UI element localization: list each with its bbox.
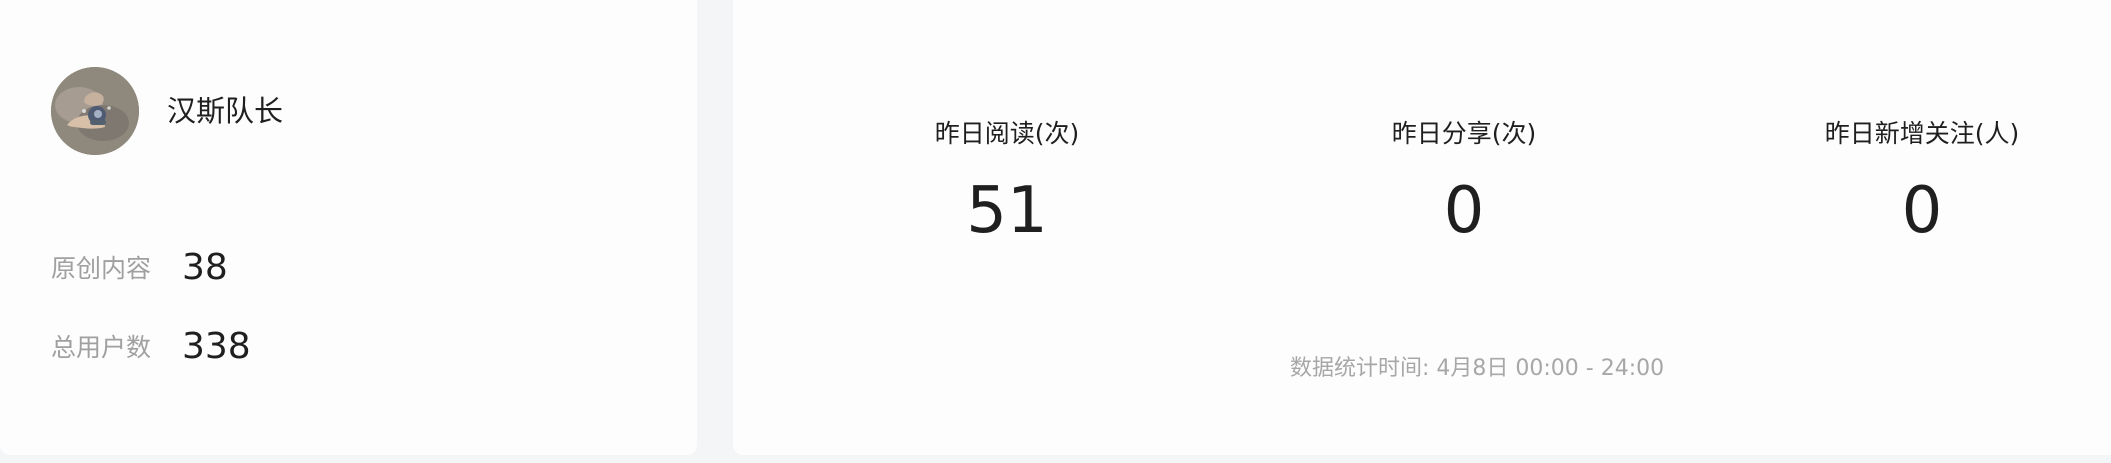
profile-card: 汉斯队长 原创内容 38 总用户数 338	[0, 0, 697, 455]
yesterday-reads-value: 51	[966, 174, 1048, 248]
total-users-value: 338	[182, 325, 251, 367]
stats-time-note: 数据统计时间: 4月8日 00:00 - 24:00	[1290, 356, 1665, 381]
original-content-value: 38	[182, 246, 228, 288]
yesterday-new-followers-stat: 昨日新增关注(人) 0	[1762, 116, 2082, 250]
user-photo-avatar-icon	[51, 67, 139, 155]
original-content-row: 原创内容 38	[51, 243, 228, 291]
yesterday-new-followers-value: 0	[1901, 174, 1943, 248]
total-users-row: 总用户数 338	[51, 322, 251, 370]
original-content-label: 原创内容	[51, 254, 152, 283]
total-users-label: 总用户数	[51, 333, 152, 362]
yesterday-shares-value: 0	[1443, 174, 1485, 248]
yesterday-shares-stat: 昨日分享(次) 0	[1304, 116, 1624, 250]
user-name: 汉斯队长	[167, 94, 284, 128]
yesterday-reads-stat: 昨日阅读(次) 51	[847, 116, 1167, 250]
yesterday-reads-label: 昨日阅读(次)	[934, 119, 1080, 148]
avatar[interactable]	[51, 67, 139, 155]
yesterday-new-followers-label: 昨日新增关注(人)	[1824, 119, 2020, 148]
yesterday-shares-label: 昨日分享(次)	[1391, 119, 1537, 148]
